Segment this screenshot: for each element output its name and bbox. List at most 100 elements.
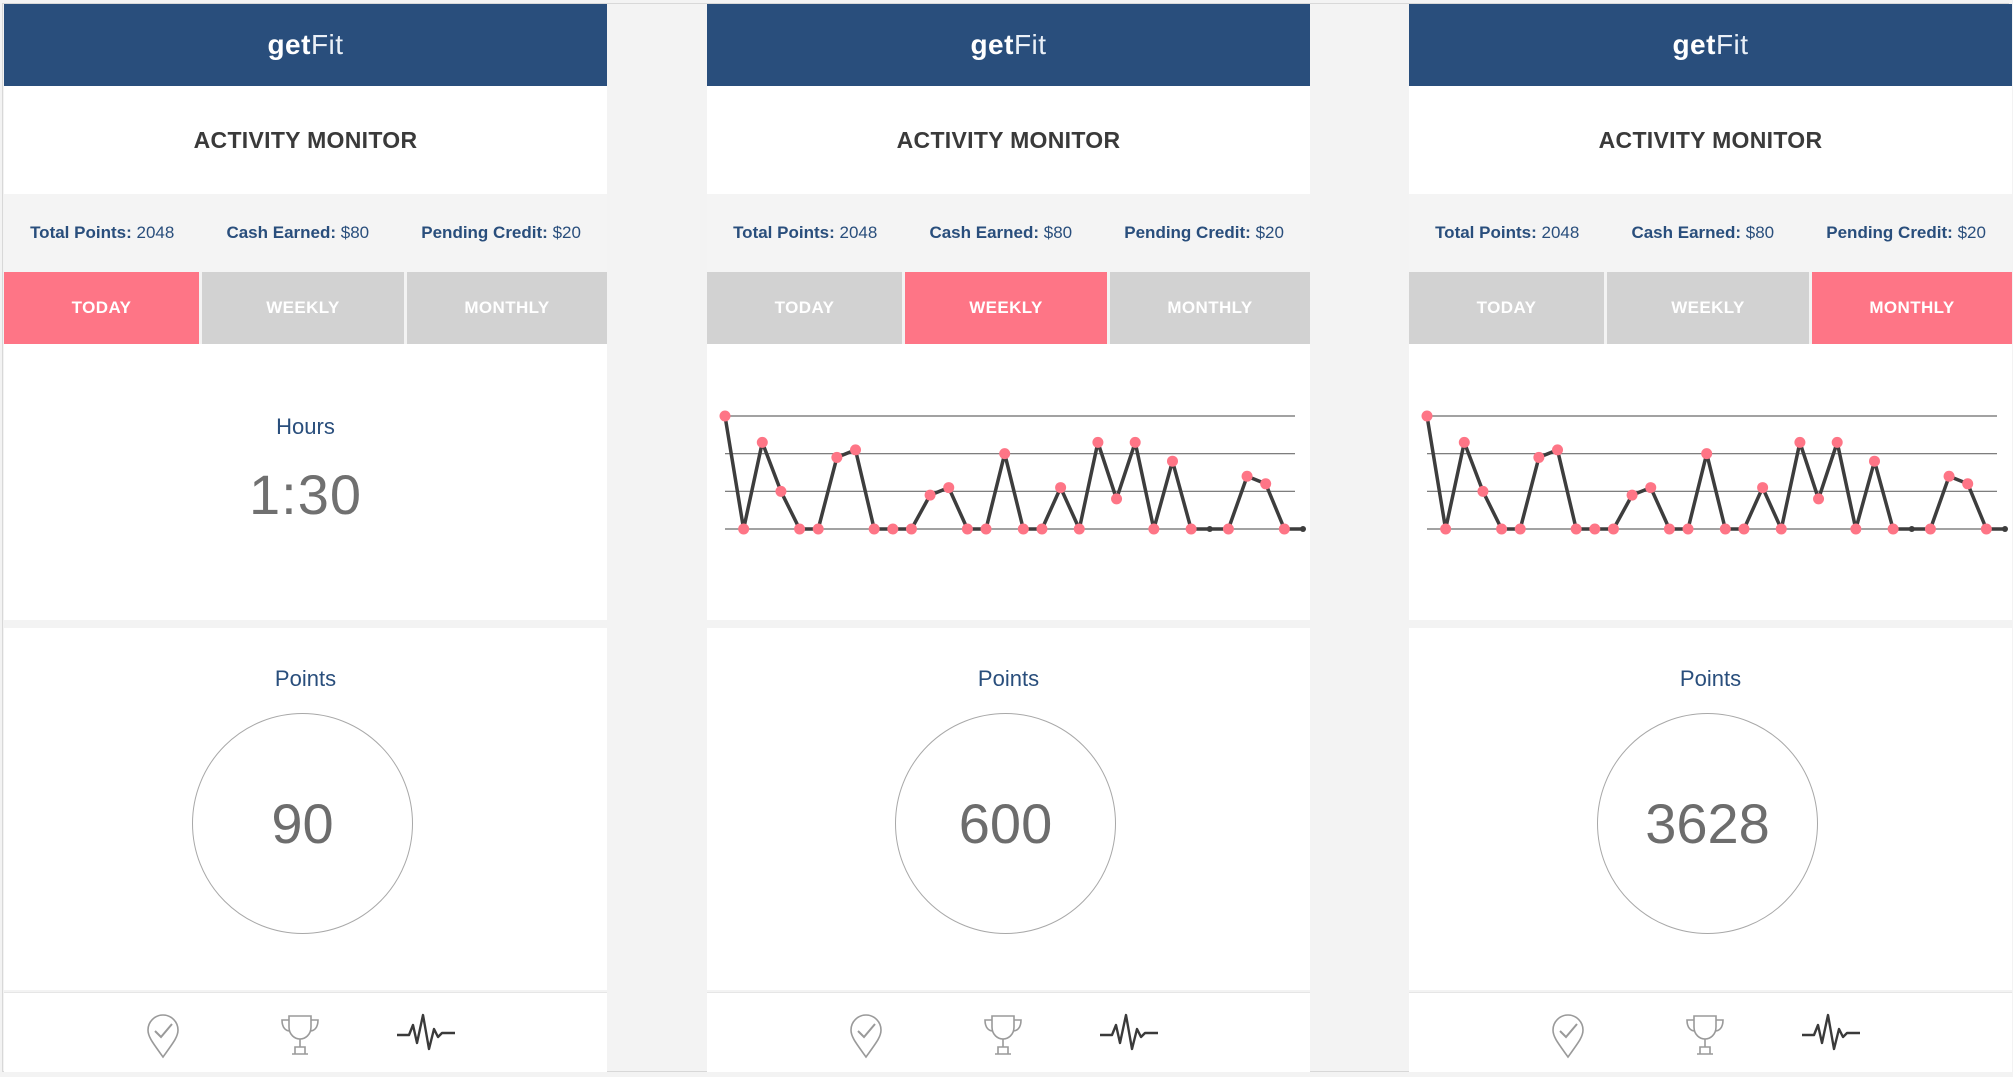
points-label: Points bbox=[977, 666, 1040, 691]
stat-value: 2048 bbox=[136, 223, 175, 242]
points-value: 3628 bbox=[1597, 713, 1818, 934]
stat-value: $80 bbox=[1043, 223, 1073, 242]
nav-activity-pulse-icon[interactable] bbox=[1099, 1013, 1159, 1058]
points-label: Points bbox=[274, 666, 337, 691]
stat-value: 2048 bbox=[839, 223, 878, 242]
tab-today[interactable]: TODAY bbox=[1409, 272, 1604, 344]
trophy-icon bbox=[984, 1015, 1022, 1055]
hours-value: 1:30 bbox=[249, 463, 362, 526]
period-tabs: TODAY WEEKLY MONTHLY bbox=[4, 272, 607, 344]
tab-today[interactable]: TODAY bbox=[707, 272, 902, 344]
nav-check-pin-icon[interactable] bbox=[848, 1013, 884, 1064]
tab-monthly[interactable]: MONTHLY bbox=[1110, 272, 1310, 344]
chart-point bbox=[1222, 523, 1234, 535]
chart-point bbox=[1682, 523, 1694, 535]
chart-point bbox=[905, 523, 917, 535]
activity-line-chart bbox=[1421, 410, 2008, 535]
chart-point bbox=[1738, 523, 1750, 535]
bottom-nav bbox=[1409, 992, 2012, 1072]
tab-monthly[interactable]: MONTHLY bbox=[1812, 272, 2012, 344]
chart-point bbox=[1663, 523, 1675, 535]
chart-point bbox=[1924, 523, 1936, 535]
chart-point bbox=[1477, 485, 1489, 497]
chart-point bbox=[756, 436, 768, 448]
chart-point bbox=[1278, 523, 1290, 535]
stat-value: $20 bbox=[1957, 223, 1986, 242]
stat-value: $20 bbox=[1255, 223, 1284, 242]
trophy-icon bbox=[1686, 1015, 1724, 1055]
stats-bar: Total Points: 2048 Cash Earned: $80 Pend… bbox=[1409, 194, 2012, 272]
stat-value: $20 bbox=[552, 223, 581, 242]
activity-chart-panel bbox=[1409, 344, 2012, 620]
stat-total-points: Total Points: 2048 bbox=[30, 223, 174, 243]
chart-point bbox=[2002, 526, 2008, 532]
nav-check-pin-icon[interactable] bbox=[1550, 1013, 1586, 1064]
activity-pulse-icon bbox=[1802, 1013, 1860, 1051]
tab-today[interactable]: TODAY bbox=[4, 272, 199, 344]
chart-point bbox=[850, 444, 862, 456]
chart-point bbox=[868, 523, 880, 535]
chart-point bbox=[1148, 523, 1160, 535]
points-label: Points bbox=[1679, 666, 1742, 691]
nav-activity-pulse-icon[interactable] bbox=[1801, 1013, 1861, 1058]
chart-point bbox=[1496, 523, 1508, 535]
chart-point bbox=[775, 485, 787, 497]
check-pin-icon bbox=[1552, 1014, 1584, 1059]
brand-logo-light: Fit bbox=[1013, 29, 1047, 60]
chart-point bbox=[1166, 455, 1178, 467]
nav-trophy-icon[interactable] bbox=[981, 1013, 1025, 1062]
stats-bar: Total Points: 2048 Cash Earned: $80 Pend… bbox=[4, 194, 607, 272]
check-pin-icon bbox=[147, 1014, 179, 1059]
chart-point bbox=[1589, 523, 1601, 535]
brand-logo-bold: get bbox=[1672, 29, 1716, 60]
page-title: ACTIVITY MONITOR bbox=[1409, 86, 2012, 194]
chart-point bbox=[1570, 523, 1582, 535]
nav-activity-pulse-icon[interactable] bbox=[396, 1013, 456, 1058]
period-tabs: TODAY WEEKLY MONTHLY bbox=[707, 272, 1310, 344]
chart-point bbox=[887, 523, 899, 535]
tab-weekly[interactable]: WEEKLY bbox=[1607, 272, 1809, 344]
chart-series-line bbox=[1425, 415, 2005, 531]
check-pin-icon bbox=[850, 1014, 882, 1059]
page-title: ACTIVITY MONITOR bbox=[4, 86, 607, 194]
stat-pending-credit: Pending Credit: $20 bbox=[421, 223, 581, 243]
activity-line-chart bbox=[719, 410, 1306, 535]
stat-cash-earned: Cash Earned: $80 bbox=[929, 223, 1072, 243]
chart-point bbox=[980, 523, 992, 535]
stat-label: Pending Credit: bbox=[421, 223, 548, 242]
brand-logo-light: Fit bbox=[1715, 29, 1749, 60]
chart-point bbox=[1206, 526, 1213, 532]
tab-weekly[interactable]: WEEKLY bbox=[905, 272, 1107, 344]
stat-cash-earned: Cash Earned: $80 bbox=[226, 223, 369, 243]
activity-pulse-icon bbox=[397, 1013, 455, 1051]
brand-logo-light: Fit bbox=[310, 29, 344, 60]
chart-point bbox=[1036, 523, 1048, 535]
stat-total-points: Total Points: 2048 bbox=[733, 223, 877, 243]
tab-weekly[interactable]: WEEKLY bbox=[202, 272, 404, 344]
chart-point bbox=[794, 523, 806, 535]
nav-trophy-icon[interactable] bbox=[278, 1013, 322, 1062]
nav-trophy-icon[interactable] bbox=[1683, 1013, 1727, 1062]
chart-point bbox=[1607, 523, 1619, 535]
tab-monthly[interactable]: MONTHLY bbox=[407, 272, 607, 344]
chart-point bbox=[1701, 448, 1713, 460]
period-tabs: TODAY WEEKLY MONTHLY bbox=[1409, 272, 2012, 344]
chart-point bbox=[1185, 523, 1197, 535]
brand-logo-bold: get bbox=[970, 29, 1014, 60]
stat-label: Total Points: bbox=[30, 223, 132, 242]
stat-label: Pending Credit: bbox=[1124, 223, 1251, 242]
chart-point bbox=[1813, 493, 1825, 505]
chart-point bbox=[1645, 482, 1657, 494]
chart-point bbox=[719, 410, 731, 422]
nav-check-pin-icon[interactable] bbox=[145, 1013, 181, 1064]
chart-point bbox=[1626, 489, 1638, 501]
chart-point bbox=[1943, 470, 1955, 482]
chart-point bbox=[1962, 478, 1974, 490]
chart-point bbox=[1552, 444, 1564, 456]
hours-label: Hours bbox=[276, 414, 335, 439]
chart-point bbox=[1757, 482, 1769, 494]
chart-point bbox=[1421, 410, 1433, 422]
chart-point bbox=[999, 448, 1011, 460]
points-value: 600 bbox=[895, 713, 1116, 934]
activity-pulse-icon bbox=[1100, 1013, 1158, 1051]
